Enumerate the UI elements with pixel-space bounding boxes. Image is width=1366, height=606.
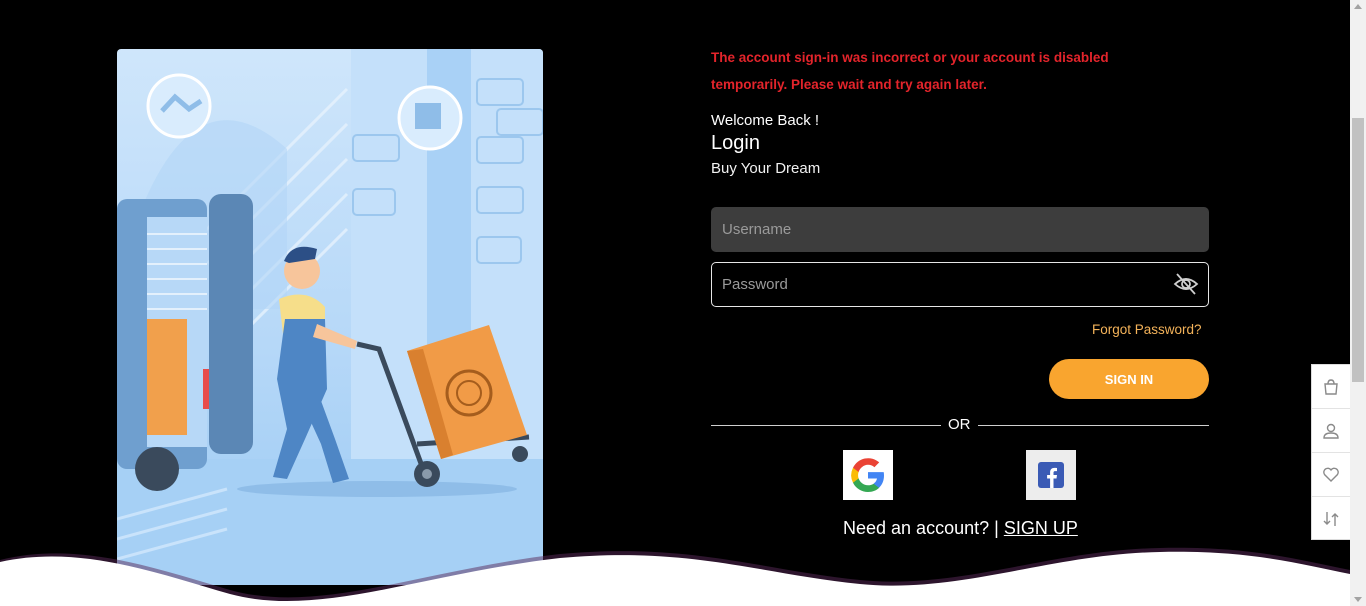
username-input[interactable] xyxy=(711,207,1209,252)
facebook-icon xyxy=(1038,462,1064,488)
sign-in-button[interactable]: SIGN IN xyxy=(1049,359,1209,399)
scroll-up-arrow-icon[interactable] xyxy=(1354,4,1362,9)
password-input[interactable] xyxy=(711,262,1209,307)
compare-icon xyxy=(1323,512,1339,526)
forgot-password-link[interactable]: Forgot Password? xyxy=(1092,322,1202,337)
side-quick-menu xyxy=(1311,364,1350,540)
scrollbar-thumb[interactable] xyxy=(1352,118,1364,382)
google-login-button[interactable] xyxy=(843,450,893,500)
decorative-wave xyxy=(0,547,1350,606)
delivery-man-illustration xyxy=(117,49,543,585)
sign-up-link[interactable]: SIGN UP xyxy=(1004,518,1078,538)
login-error-message: The account sign-in was incorrect or you… xyxy=(711,50,1109,92)
divider-left xyxy=(711,425,941,426)
wishlist-dock-button[interactable] xyxy=(1312,453,1350,497)
scroll-down-arrow-icon[interactable] xyxy=(1354,597,1362,602)
heart-icon xyxy=(1323,467,1339,482)
shopping-bag-icon xyxy=(1324,378,1338,395)
tagline: Buy Your Dream xyxy=(711,160,821,177)
account-dock-button[interactable] xyxy=(1312,409,1350,453)
google-icon xyxy=(851,458,884,492)
page-scrollbar[interactable] xyxy=(1350,0,1366,606)
signup-prompt-text: Need an account? | xyxy=(843,518,999,538)
compare-dock-button[interactable] xyxy=(1312,497,1350,541)
facebook-login-button[interactable] xyxy=(1026,450,1076,500)
cart-dock-button[interactable] xyxy=(1312,365,1350,409)
welcome-text: Welcome Back ! xyxy=(711,112,820,129)
or-separator: OR xyxy=(948,416,971,433)
delivery-illustration xyxy=(117,49,543,585)
signup-prompt: Need an account? | SIGN UP xyxy=(843,518,1078,539)
user-icon xyxy=(1323,423,1339,439)
eye-slash-icon[interactable] xyxy=(1173,271,1199,297)
divider-right xyxy=(978,425,1209,426)
login-heading: Login xyxy=(711,132,760,154)
